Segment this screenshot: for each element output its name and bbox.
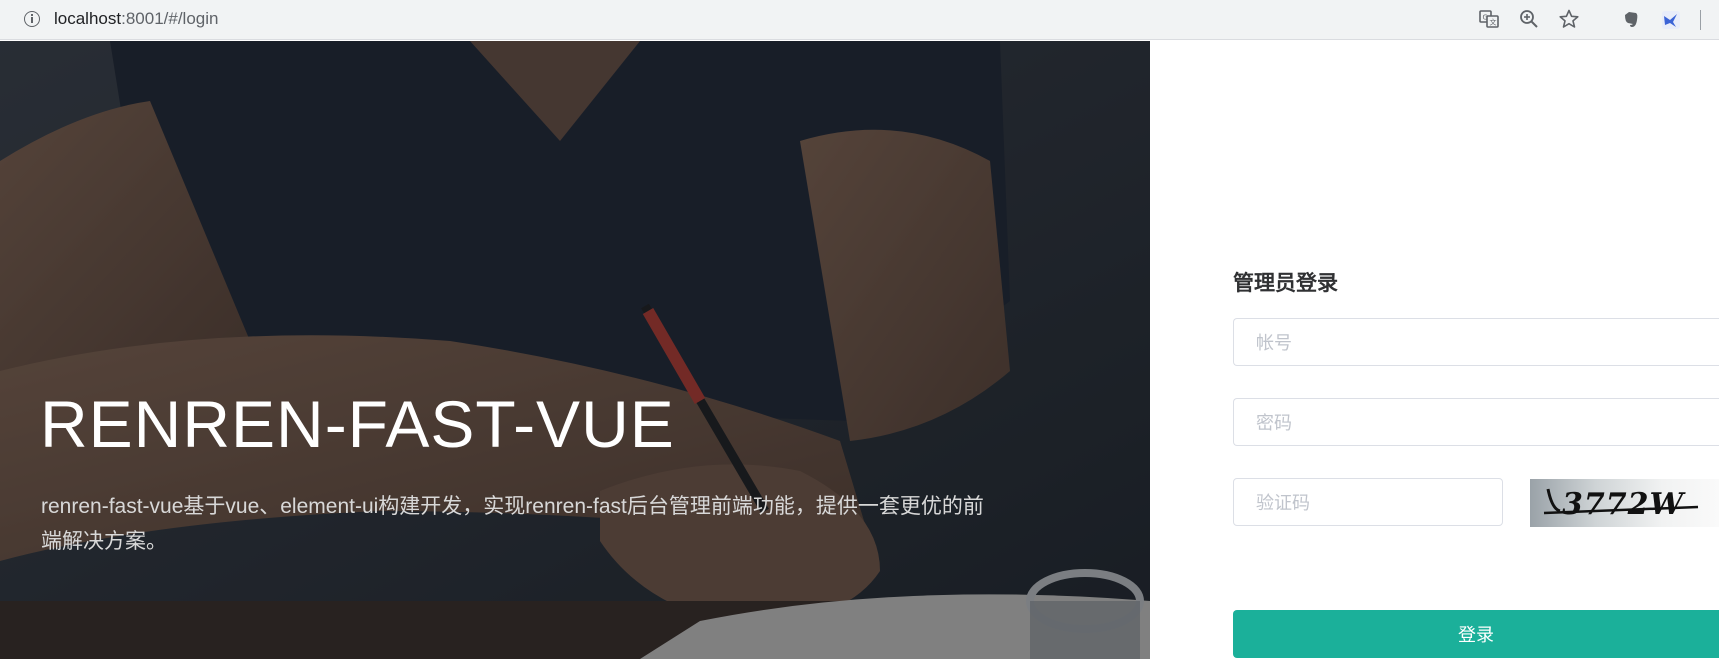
zoom-icon[interactable] (1518, 8, 1540, 30)
url-path: :8001/#/login (121, 9, 219, 28)
username-placeholder: 帐号 (1256, 333, 1292, 354)
captcha-text: 3772W (1562, 487, 1686, 522)
browser-toolbar: localhost:8001/#/login G文 (0, 0, 1719, 40)
address-bar[interactable]: localhost:8001/#/login G文 (10, 2, 1600, 36)
svg-text:G: G (1483, 14, 1488, 22)
toolbar-divider (1700, 10, 1701, 30)
captcha-image[interactable]: 3772W (1530, 479, 1719, 527)
info-icon[interactable] (24, 11, 40, 27)
captcha-input[interactable]: 验证码 (1233, 478, 1503, 526)
login-button[interactable]: 登录 (1233, 610, 1719, 658)
url-text[interactable]: localhost:8001/#/login (54, 9, 218, 29)
hero-overlay (0, 41, 1150, 659)
brand-description: renren-fast-vue基于vue、element-ui构建开发，实现re… (41, 495, 984, 553)
login-title: 管理员登录 (1233, 271, 1338, 295)
url-host: localhost (54, 9, 122, 28)
login-panel: 管理员登录 帐号 密码 验证码 3772W 登录 (1150, 41, 1719, 659)
password-placeholder: 密码 (1256, 413, 1292, 434)
translate-icon[interactable]: G文 (1478, 8, 1500, 30)
evernote-icon[interactable] (1620, 9, 1642, 31)
brand-title: RENREN-FAST-VUE (40, 387, 675, 461)
captcha-placeholder: 验证码 (1256, 493, 1310, 514)
username-input[interactable]: 帐号 (1233, 318, 1719, 366)
bird-extension-icon[interactable] (1660, 9, 1682, 31)
hero-banner: RENREN-FAST-VUE renren-fast-vue基于vue、ele… (0, 41, 1150, 659)
star-icon[interactable] (1558, 8, 1580, 30)
password-input[interactable]: 密码 (1233, 398, 1719, 446)
svg-text:文: 文 (1490, 18, 1497, 27)
